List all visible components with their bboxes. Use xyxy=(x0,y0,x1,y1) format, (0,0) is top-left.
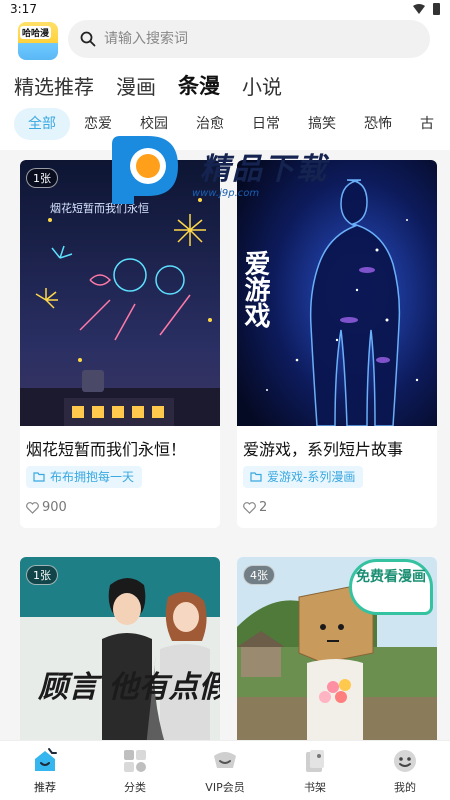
cover-galaxy-figure-illustration: 爱游戏 xyxy=(237,160,437,426)
comic-card[interactable]: 烟花短暂而我们永恒 1张 烟花短暂而我们永恒！ 布布拥抱每一天 900 xyxy=(20,160,220,528)
like-count[interactable]: 900 xyxy=(26,500,67,515)
like-count-value: 2 xyxy=(259,500,268,515)
search-input[interactable] xyxy=(104,28,404,50)
series-tag-label: 爱游戏-系列漫画 xyxy=(267,470,356,484)
nav-recommend[interactable]: 推荐 xyxy=(0,741,90,800)
nav-vip[interactable]: VIP会员 xyxy=(180,741,270,800)
page-count-badge: 1张 xyxy=(26,168,58,188)
genre-horror[interactable]: 恐怖 xyxy=(350,108,406,140)
heart-icon xyxy=(26,501,39,514)
wifi-icon xyxy=(413,4,425,14)
comic-cover[interactable]: 爱游戏 xyxy=(237,160,437,426)
bookshelf-icon xyxy=(306,750,324,772)
genre-campus[interactable]: 校园 xyxy=(126,108,182,140)
cover-couple-illustration: 顾言 他有点假正经 xyxy=(20,557,220,747)
comic-cover[interactable]: 烟花短暂而我们永恒 1张 xyxy=(20,160,220,426)
cover-fireworks-illustration: 烟花短暂而我们永恒 xyxy=(20,160,220,426)
comic-card[interactable]: 4张 免费看漫画 xyxy=(237,557,437,747)
nav-profile-label: 我的 xyxy=(394,781,416,794)
nav-profile[interactable]: 我的 xyxy=(360,741,450,800)
folder-icon xyxy=(250,472,262,482)
genre-filter-row: 全部 恋爱 校园 治愈 日常 搞笑 恐怖 古 xyxy=(14,108,450,140)
nav-recommend-label: 推荐 xyxy=(34,781,56,794)
tab-novels[interactable]: 小说 xyxy=(242,71,282,100)
status-icons xyxy=(413,3,440,15)
comic-title[interactable]: 烟花短暂而我们永恒！ xyxy=(26,436,186,460)
app-logo[interactable]: 哈哈漫 xyxy=(18,22,58,60)
status-time: 3:17 xyxy=(10,2,37,16)
category-icon xyxy=(124,750,146,772)
tab-featured[interactable]: 精选推荐 xyxy=(14,71,94,100)
comic-card[interactable]: 顾言 他有点假正经 1张 xyxy=(20,557,220,747)
nav-category-label: 分类 xyxy=(124,781,146,794)
cover-caption: 顾言 他有点假正经 xyxy=(37,670,220,705)
page-count-badge: 4张 xyxy=(243,565,275,585)
header: 3:17 哈哈漫 精选推荐 漫画 条漫 小说 全部 恋爱 校园 治愈 日常 搞笑… xyxy=(0,0,450,150)
nav-vip-label: VIP会员 xyxy=(205,781,245,794)
genre-ancient[interactable]: 古 xyxy=(406,108,448,140)
genre-all[interactable]: 全部 xyxy=(14,108,70,140)
profile-icon xyxy=(394,750,416,772)
comic-card[interactable]: 爱游戏 爱游戏，系列短片故事 爱游戏-系列漫画 2 xyxy=(237,160,437,528)
cover-caption: 爱游戏 xyxy=(240,250,271,329)
page-count-badge: 1张 xyxy=(26,565,58,585)
like-count[interactable]: 2 xyxy=(243,500,267,515)
free-read-badge[interactable]: 免费看漫画 xyxy=(349,559,433,615)
series-tag-label: 布布拥抱每一天 xyxy=(50,470,135,484)
comic-cover[interactable]: 顾言 他有点假正经 1张 xyxy=(20,557,220,747)
home-icon xyxy=(35,748,57,771)
comic-title[interactable]: 爱游戏，系列短片故事 xyxy=(243,436,403,460)
app-logo-text: 哈哈漫 xyxy=(20,26,52,39)
vip-icon xyxy=(214,752,236,768)
genre-romance[interactable]: 恋爱 xyxy=(70,108,126,140)
like-count-value: 900 xyxy=(42,500,67,515)
search-bar[interactable] xyxy=(68,20,430,58)
nav-bookshelf-label: 书架 xyxy=(304,781,326,794)
battery-icon xyxy=(433,3,440,15)
nav-bookshelf[interactable]: 书架 xyxy=(270,741,360,800)
genre-healing[interactable]: 治愈 xyxy=(182,108,238,140)
genre-comedy[interactable]: 搞笑 xyxy=(294,108,350,140)
bottom-nav: 推荐 分类 VIP会员 书架 我的 xyxy=(0,740,450,800)
cover-caption: 烟花短暂而我们永恒 xyxy=(50,201,149,215)
folder-icon xyxy=(33,472,45,482)
nav-category[interactable]: 分类 xyxy=(90,741,180,800)
heart-icon xyxy=(243,501,256,514)
tab-strip-comics[interactable]: 条漫 xyxy=(178,70,220,100)
comic-cover[interactable]: 4张 免费看漫画 xyxy=(237,557,437,747)
series-tag[interactable]: 爱游戏-系列漫画 xyxy=(243,466,364,488)
main-tabs: 精选推荐 漫画 条漫 小说 xyxy=(14,68,282,100)
genre-daily[interactable]: 日常 xyxy=(238,108,294,140)
status-bar: 3:17 xyxy=(0,0,450,20)
series-tag[interactable]: 布布拥抱每一天 xyxy=(26,466,143,488)
search-icon xyxy=(80,31,96,47)
tab-comics[interactable]: 漫画 xyxy=(116,71,156,100)
